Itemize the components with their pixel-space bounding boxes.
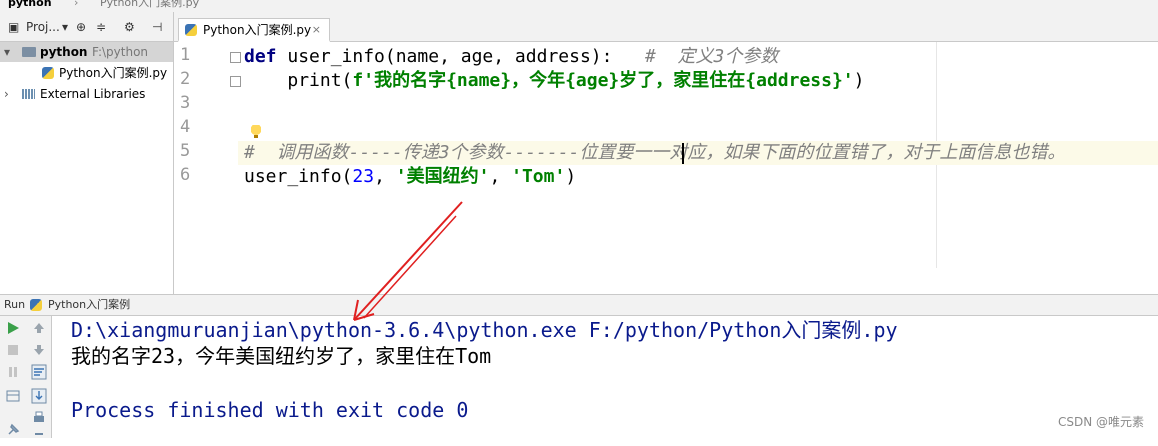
annotation-arrow <box>353 201 463 321</box>
